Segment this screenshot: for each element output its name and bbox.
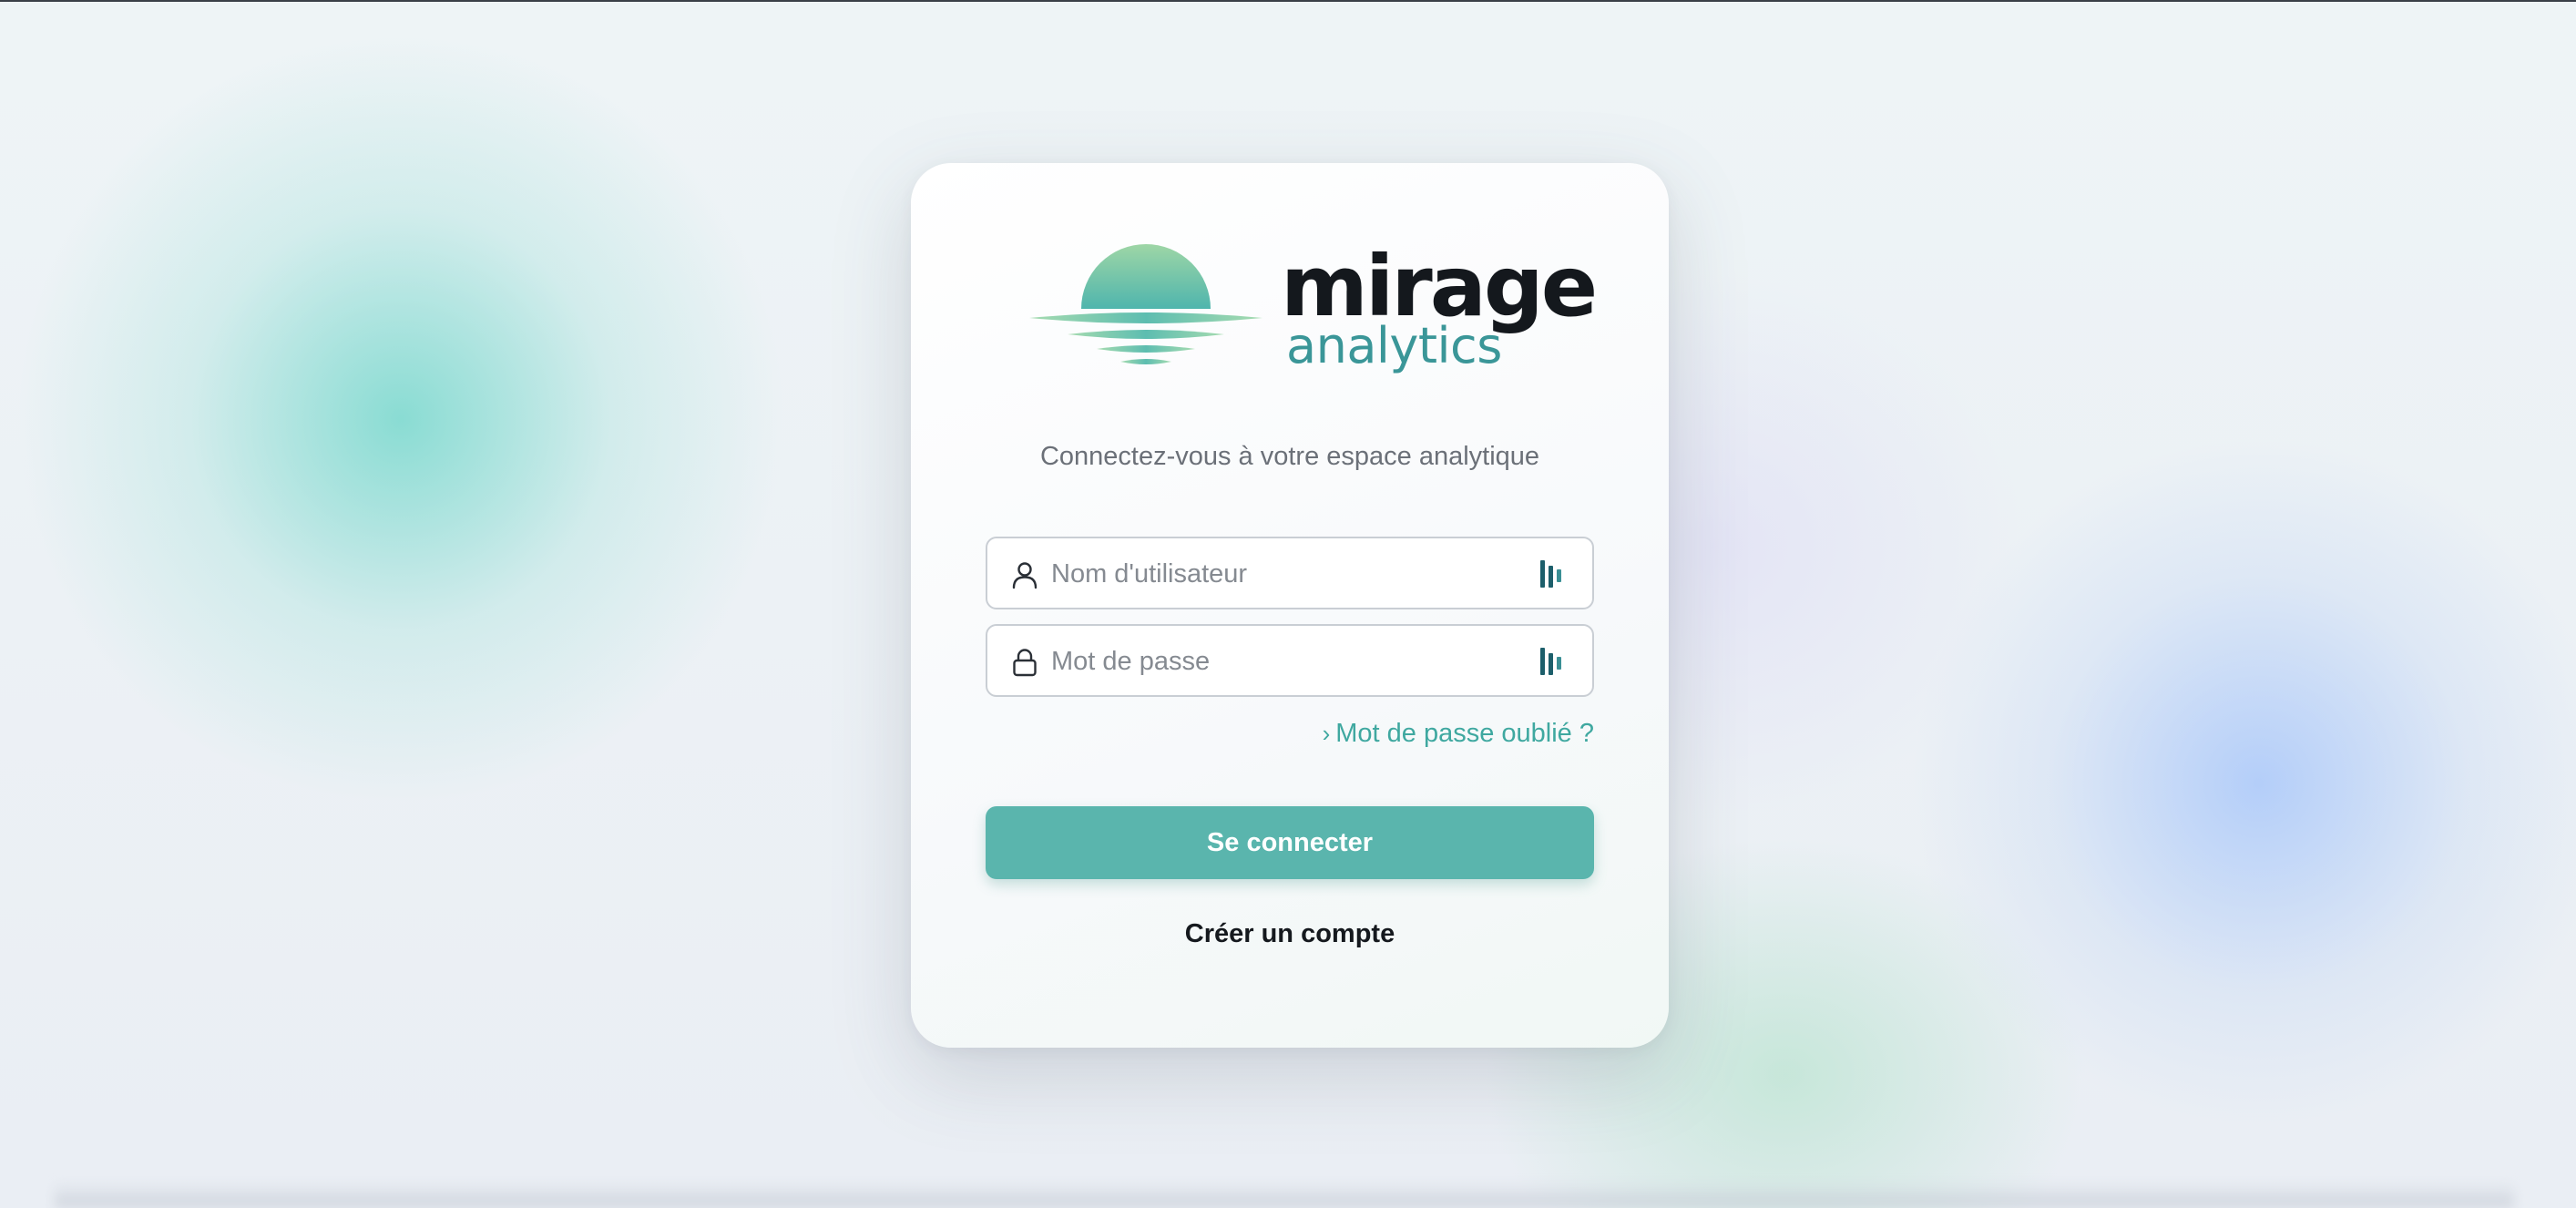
password-input[interactable] bbox=[1051, 639, 1525, 684]
forgot-password-link[interactable]: › Mot de passe oublié ? bbox=[1323, 719, 1594, 749]
lock-icon bbox=[1013, 649, 1037, 677]
forgot-password-label: Mot de passe oublié ? bbox=[1335, 719, 1594, 748]
brand-logo: mirage analytics bbox=[1029, 243, 1598, 380]
sunset-over-water-icon bbox=[1029, 244, 1262, 364]
brand-tagline: analytics bbox=[1286, 317, 1502, 374]
chevron-right-icon: › bbox=[1322, 720, 1331, 747]
login-subtitle: Connectez-vous à votre espace analytique bbox=[1039, 442, 1540, 471]
login-button[interactable]: Se connecter bbox=[986, 806, 1594, 879]
username-input[interactable] bbox=[1051, 551, 1525, 597]
username-field[interactable] bbox=[986, 537, 1594, 609]
background-bottom-shade bbox=[55, 1181, 2514, 1208]
password-field[interactable] bbox=[986, 624, 1594, 697]
window-top-edge bbox=[0, 0, 2576, 2]
password-manager-icon[interactable] bbox=[1539, 646, 1563, 677]
password-manager-icon[interactable] bbox=[1539, 558, 1563, 589]
login-card: mirage analytics Connectez-vous à votre … bbox=[911, 163, 1669, 1048]
create-account-link[interactable]: Créer un compte bbox=[911, 919, 1669, 949]
user-icon bbox=[1012, 562, 1038, 589]
